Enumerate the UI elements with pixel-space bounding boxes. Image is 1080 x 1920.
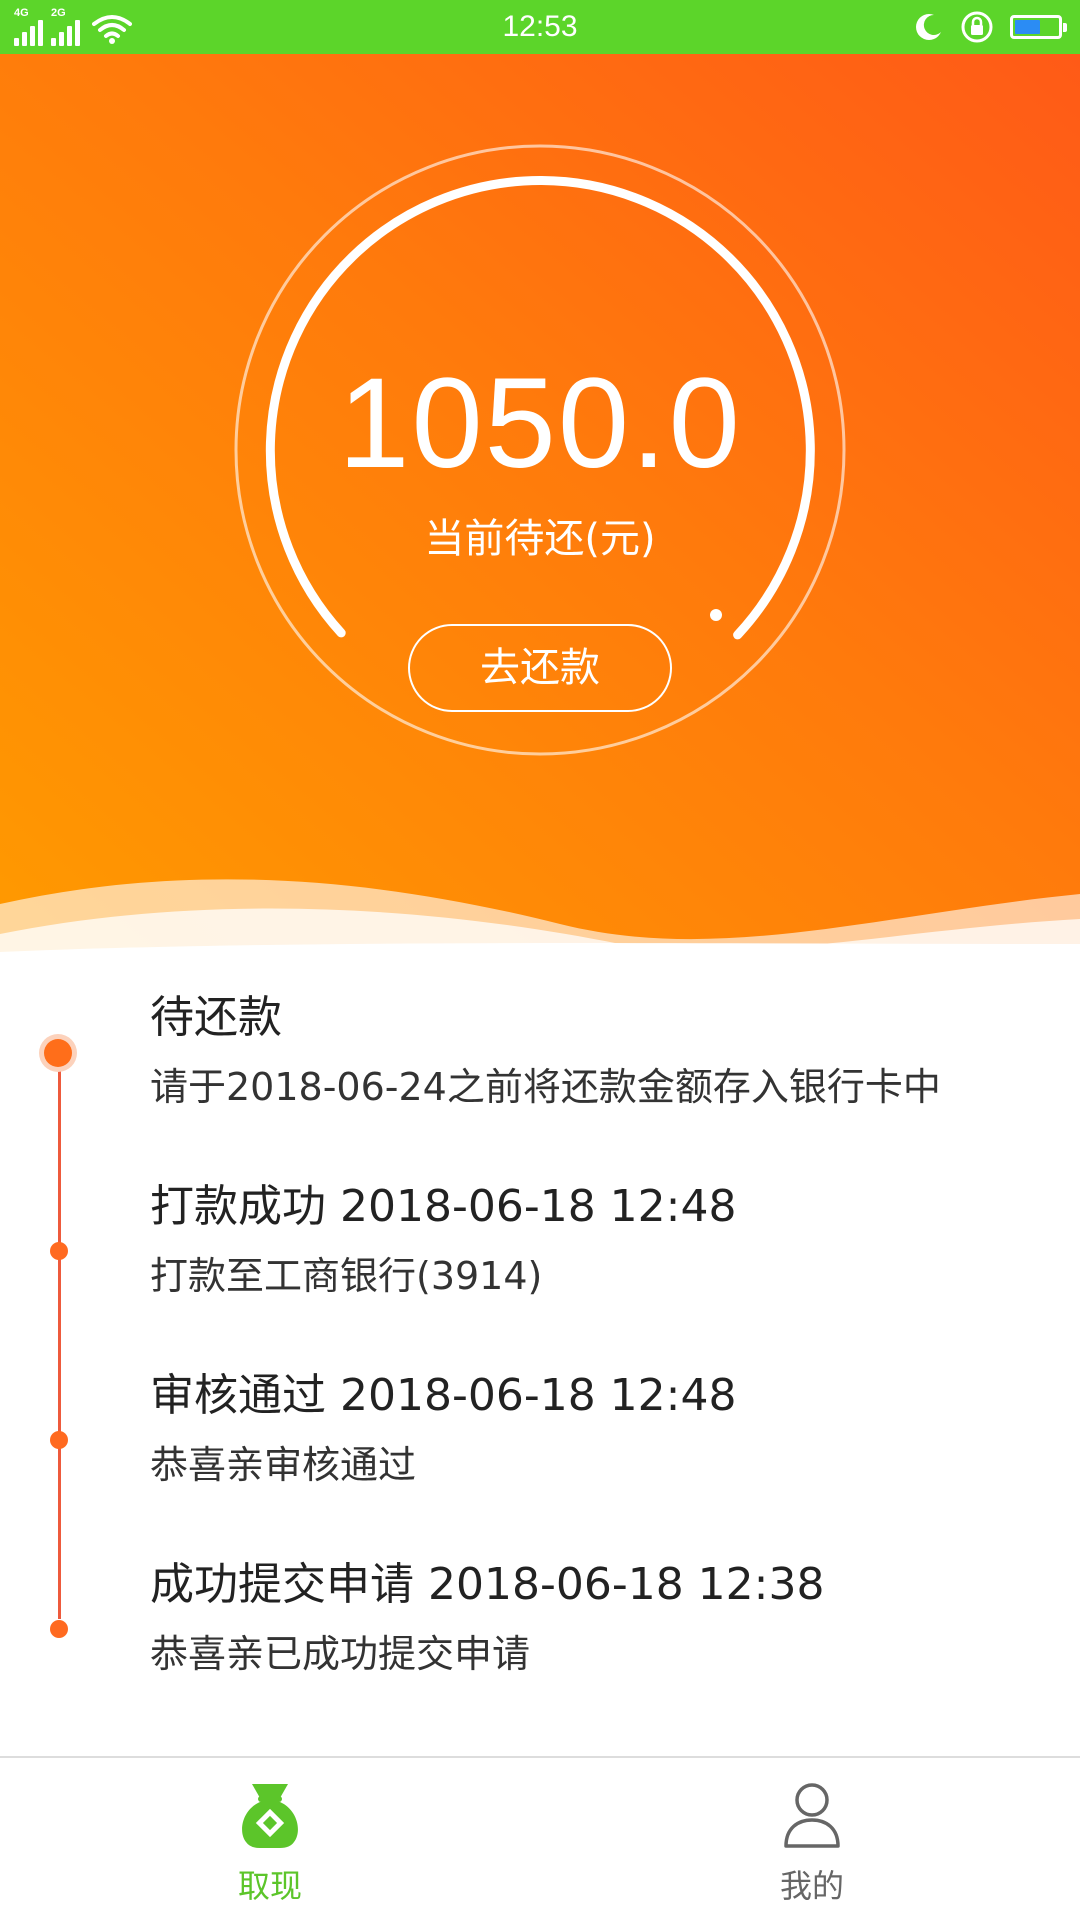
timeline-entry-transfer: 打款成功 2018-06-18 12:48 打款至工商银行(3914) xyxy=(150,1179,1050,1301)
timeline-entry-title: 待还款 xyxy=(150,992,282,1043)
timeline-entry-title: 打款成功 2018-06-18 12:48 xyxy=(150,1181,737,1232)
timeline-entry-detail: 恭喜亲审核通过 xyxy=(150,1443,417,1487)
timeline-entry-pending: 待还款 请于2018-06-24之前将还款金额存入银行卡中 xyxy=(150,990,1050,1112)
nav-label-mine: 我的 xyxy=(779,1867,844,1905)
wave-decoration xyxy=(0,879,1080,954)
status-right xyxy=(914,10,1067,44)
timeline-dot xyxy=(50,1242,68,1260)
repay-button[interactable]: 去还款 xyxy=(408,624,672,712)
timeline-dot xyxy=(50,1620,68,1638)
battery-fill xyxy=(1015,20,1040,34)
nav-label-withdraw: 取现 xyxy=(237,1867,302,1905)
timeline-entry-submitted: 成功提交申请 2018-06-18 12:38 恭喜亲已成功提交申请 xyxy=(150,1557,1050,1679)
user-icon xyxy=(784,1783,840,1848)
timeline-dot xyxy=(50,1431,68,1449)
pending-amount: 1050.0 xyxy=(338,352,742,495)
pending-amount-label: 当前待还(元) xyxy=(424,516,656,562)
timeline-entry-detail: 恭喜亲已成功提交申请 xyxy=(150,1632,531,1676)
timeline-entry-title: 成功提交申请 2018-06-18 12:38 xyxy=(150,1559,825,1610)
timeline-entry-detail: 打款至工商银行(3914) xyxy=(150,1254,543,1298)
repayment-summary-panel: 1050.0 当前待还(元) 去还款 xyxy=(0,54,1080,954)
nav-tab-withdraw[interactable]: 取现 xyxy=(170,1758,370,1920)
nav-tab-mine[interactable]: 我的 xyxy=(712,1758,912,1920)
repayment-timeline: 待还款 请于2018-06-24之前将还款金额存入银行卡中 打款成功 2018-… xyxy=(0,960,1080,1760)
rotation-lock-icon xyxy=(961,11,993,43)
timeline-dot-current xyxy=(44,1039,72,1067)
app-screen: 4G 2G 12:53 1050.0 当前待还(元) 去还款 待还款 请于201… xyxy=(0,0,1080,1920)
moon-icon xyxy=(916,14,941,40)
battery-icon xyxy=(1010,15,1067,39)
bottom-navigation: 取现 我的 xyxy=(0,1756,1080,1920)
timeline-line xyxy=(58,1052,61,1619)
progress-ring xyxy=(234,144,846,756)
money-bag-icon xyxy=(242,1784,298,1848)
timeline-entry-title: 审核通过 2018-06-18 12:48 xyxy=(150,1370,737,1421)
timeline-entry-detail: 请于2018-06-24之前将还款金额存入银行卡中 xyxy=(150,1065,941,1109)
timeline-entry-approved: 审核通过 2018-06-18 12:48 恭喜亲审核通过 xyxy=(150,1368,1050,1490)
status-bar: 4G 2G 12:53 xyxy=(0,0,1080,54)
